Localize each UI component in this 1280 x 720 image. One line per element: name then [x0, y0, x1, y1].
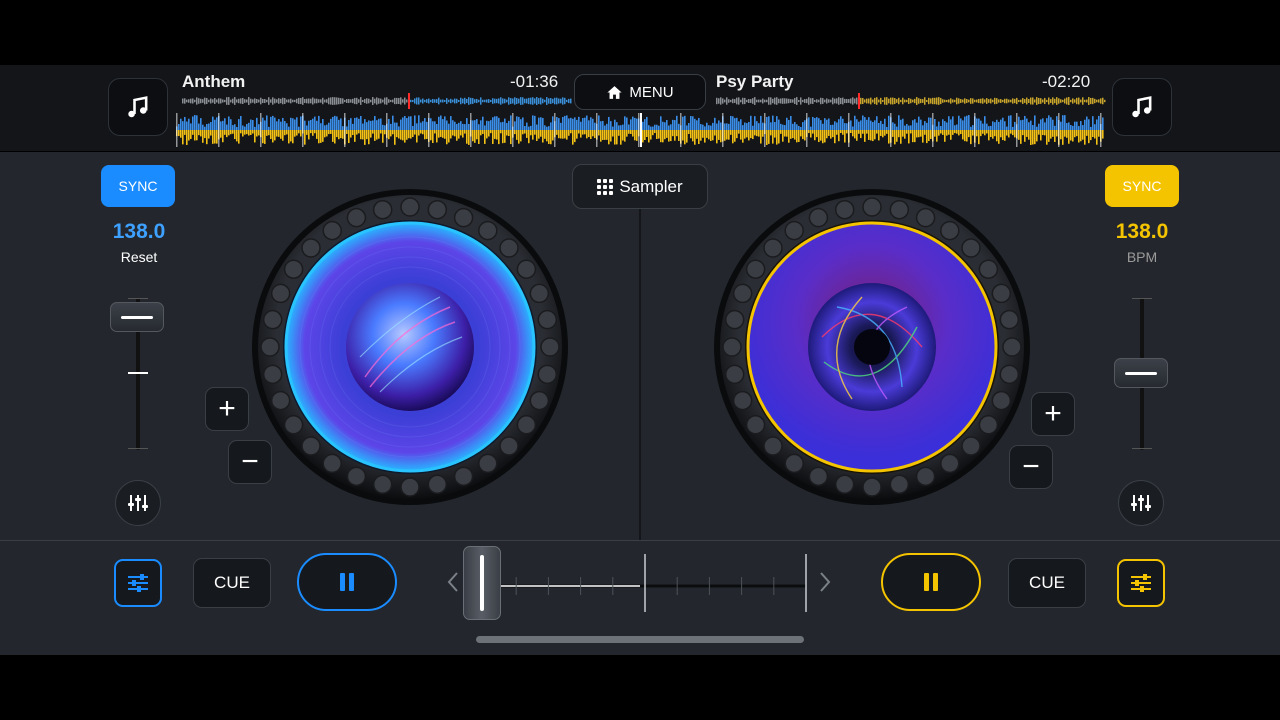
deck-b-jog-wheel[interactable] [712, 187, 1032, 507]
deck-a-cue-button[interactable]: CUE [193, 558, 271, 608]
crossfader-knob[interactable] [463, 546, 501, 620]
deck-a-mixer-button[interactable] [115, 480, 161, 526]
deck-b-library-button[interactable] [1112, 78, 1172, 136]
center-divider [639, 208, 641, 540]
deck-a-time-remaining: -01:36 [510, 72, 559, 91]
deck-b-bpm: 138.0 [1115, 220, 1169, 243]
overview-waveform[interactable] [176, 113, 1104, 147]
deck-a-jog-wheel[interactable] [250, 187, 570, 507]
crossfader[interactable] [444, 549, 840, 625]
mixer-icon [128, 495, 148, 511]
deck-a-reset-label[interactable]: Reset [94, 249, 184, 265]
pause-icon [340, 573, 354, 591]
deck-a-library-button[interactable] [108, 78, 168, 136]
deck-b-mini-waveform[interactable] [716, 93, 1106, 109]
deck-b-pitch-plus-button[interactable]: + [1031, 392, 1075, 436]
sampler-button[interactable]: Sampler [572, 164, 708, 209]
mixer-icon [1131, 495, 1151, 511]
pause-icon [924, 573, 938, 591]
deck-b-eq-button[interactable] [1117, 559, 1165, 607]
deck-a-eq-button[interactable] [114, 559, 162, 607]
sliders-icon [128, 574, 148, 592]
transport-bar: CUE CUE [0, 540, 1280, 655]
deck-a-pitch-fader-knob[interactable] [110, 302, 164, 332]
deck-b-bpm-label: BPM [1126, 249, 1158, 265]
deck-b-sync-button[interactable]: SYNC [1105, 165, 1179, 207]
chevron-left-icon[interactable] [446, 571, 460, 598]
music-note-icon [1132, 96, 1152, 118]
menu-label: MENU [629, 83, 674, 101]
sampler-label: Sampler [619, 176, 683, 196]
decks-area: Sampler SYNC 138.0 Reset + − + − SYNC 13… [0, 152, 1280, 540]
deck-b-time-remaining: -02:20 [1042, 72, 1091, 91]
deck-a-bpm: 138.0 [112, 220, 166, 243]
deck-a-play-pause-button[interactable] [297, 553, 397, 611]
deck-a-pitch-plus-button[interactable]: + [205, 387, 249, 431]
home-icon [607, 85, 622, 99]
deck-b-pitch-fader-knob[interactable] [1114, 358, 1168, 388]
deck-b-mixer-button[interactable] [1118, 480, 1164, 526]
grid-icon [597, 178, 614, 195]
deck-b-cue-button[interactable]: CUE [1008, 558, 1086, 608]
deck-b-play-pause-button[interactable] [881, 553, 981, 611]
deck-a-sync-button[interactable]: SYNC [101, 165, 175, 207]
deck-b-pitch-minus-button[interactable]: − [1009, 445, 1053, 489]
home-indicator [476, 636, 804, 643]
sliders-icon [1131, 574, 1151, 592]
deck-a-mini-waveform[interactable] [182, 93, 572, 109]
chevron-right-icon[interactable] [818, 571, 832, 598]
deck-a-track-title: Anthem [182, 72, 246, 91]
deck-b-track-title: Psy Party [716, 72, 794, 91]
top-bar: Anthem -01:36 MENU Psy Party -02:20 [0, 65, 1280, 151]
music-note-icon [128, 96, 148, 118]
menu-button[interactable]: MENU [574, 74, 706, 110]
